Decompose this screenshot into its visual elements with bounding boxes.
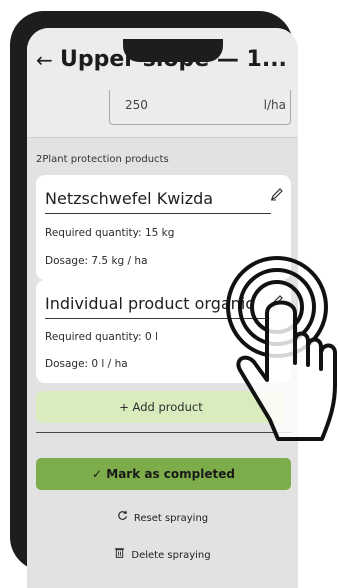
dosage: Dosage: 0 l / ha xyxy=(45,358,128,370)
trash-icon xyxy=(115,548,125,558)
section-label: 2Plant protection products xyxy=(36,154,169,165)
pencil-icon[interactable] xyxy=(270,187,284,201)
tap-hand-icon xyxy=(226,256,337,441)
reset-spraying-button[interactable]: Reset spraying xyxy=(27,510,298,524)
phone-notch xyxy=(123,39,223,62)
delete-spraying-button[interactable]: Delete spraying xyxy=(27,547,298,561)
reset-spraying-label: Reset spraying xyxy=(133,513,209,524)
delete-spraying-label: Delete spraying xyxy=(131,550,211,561)
back-arrow-icon[interactable]: ← xyxy=(36,48,53,72)
refresh-icon xyxy=(118,510,127,520)
mark-completed-button[interactable]: ✓ Mark as completed xyxy=(36,458,291,490)
water-quantity-value: 250 xyxy=(125,98,148,112)
required-quantity: Required quantity: 0 l xyxy=(45,331,158,343)
water-quantity-unit: l/ha xyxy=(263,98,286,112)
water-quantity-section: 250 l/ha xyxy=(27,90,298,138)
name-underline xyxy=(45,213,271,214)
required-quantity: Required quantity: 15 kg xyxy=(45,227,175,239)
dosage: Dosage: 7.5 kg / ha xyxy=(45,255,148,267)
water-quantity-field[interactable]: 250 l/ha xyxy=(109,90,291,125)
product-name: Netzschwefel Kwizda xyxy=(45,189,214,208)
